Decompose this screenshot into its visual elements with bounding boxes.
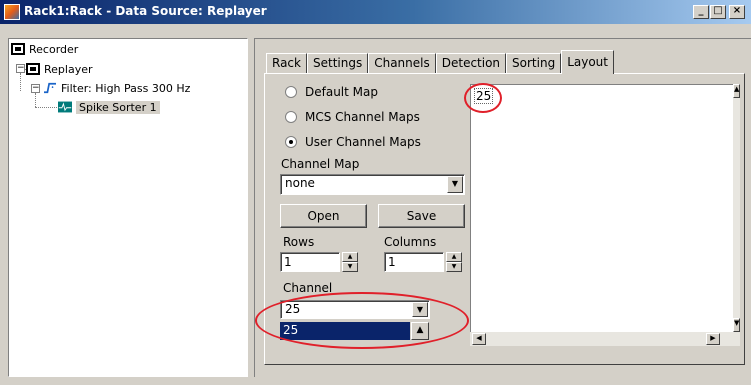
tab-layout[interactable]: Layout <box>561 50 614 74</box>
horizontal-scrollbar[interactable] <box>470 332 733 346</box>
scroll-left-icon[interactable]: ◀ <box>472 333 486 345</box>
close-button[interactable]: × <box>729 5 745 19</box>
channel-map-label: Channel Map <box>281 157 360 171</box>
tree-connector <box>20 73 21 91</box>
rows-value: 1 <box>284 255 292 269</box>
rows-input[interactable]: 1 <box>280 252 340 272</box>
channel-value: 25 <box>285 302 301 316</box>
title-bar[interactable]: Rack1:Rack - Data Source: Replayer _ □ × <box>0 0 751 24</box>
user-channel-maps-option[interactable]: User Channel Maps <box>285 135 421 149</box>
channel-list-item-selected[interactable]: 25 <box>280 322 410 340</box>
radio-label: Default Map <box>305 85 378 99</box>
tab-channels[interactable]: Channels <box>368 53 436 73</box>
scroll-up-icon[interactable]: ▲ <box>733 84 740 98</box>
rows-down-icon[interactable]: ▼ <box>342 262 358 272</box>
tree-connector <box>35 107 57 108</box>
tree-item-label: Replayer <box>44 62 93 76</box>
user-channel-maps-radio[interactable] <box>285 136 297 148</box>
app-window: Rack1:Rack - Data Source: Replayer _ □ ×… <box>0 0 751 385</box>
tree-item-label: Recorder <box>29 42 79 56</box>
expand-filter-toggle[interactable]: − <box>31 84 40 93</box>
columns-label: Columns <box>384 235 437 249</box>
default-map-option[interactable]: Default Map <box>285 85 378 99</box>
filter-icon <box>43 82 56 94</box>
recorder-icon <box>11 43 25 55</box>
chevron-down-icon[interactable]: ▼ <box>447 176 463 193</box>
radio-label: MCS Channel Maps <box>305 110 420 124</box>
chevron-down-icon[interactable]: ▼ <box>412 302 428 317</box>
spike-sorter-icon <box>58 101 72 113</box>
tree-item-recorder[interactable]: Recorder <box>11 41 78 57</box>
tree-item-label: Filter: High Pass 300 Hz <box>61 81 191 95</box>
tree-connector <box>35 93 36 107</box>
tree-item-replayer[interactable]: Replayer <box>26 61 93 77</box>
minimize-button[interactable]: _ <box>693 5 709 19</box>
tree-item-label: Spike Sorter 1 <box>76 100 160 114</box>
window-title: Rack1:Rack - Data Source: Replayer <box>24 4 267 18</box>
tab-bar: Rack Settings Channels Detection Sorting… <box>266 50 614 74</box>
save-button[interactable]: Save <box>378 204 465 228</box>
channel-list-value: 25 <box>283 323 299 337</box>
tab-sorting[interactable]: Sorting <box>506 53 562 73</box>
layout-cell[interactable]: 25 <box>474 88 494 104</box>
maximize-button[interactable]: □ <box>710 5 726 19</box>
chevron-up-icon[interactable]: ▲ <box>411 322 429 340</box>
tab-settings[interactable]: Settings <box>306 53 369 73</box>
open-button[interactable]: Open <box>280 204 367 228</box>
radio-label: User Channel Maps <box>305 135 421 149</box>
scroll-right-icon[interactable]: ▶ <box>706 333 720 345</box>
tab-rack[interactable]: Rack <box>266 53 307 73</box>
tree-item-spike-sorter[interactable]: Spike Sorter 1 <box>58 99 160 115</box>
scroll-down-icon[interactable]: ▼ <box>733 318 740 332</box>
channel-map-value: none <box>285 176 315 190</box>
mcs-channel-maps-radio[interactable] <box>285 111 297 123</box>
columns-up-icon[interactable]: ▲ <box>446 252 462 262</box>
tree-item-filter[interactable]: Filter: High Pass 300 Hz <box>43 80 190 96</box>
expand-replayer-toggle[interactable]: − <box>16 64 25 73</box>
columns-down-icon[interactable]: ▼ <box>446 262 462 272</box>
channel-map-dropdown[interactable]: none ▼ <box>280 174 465 195</box>
default-map-radio[interactable] <box>285 86 297 98</box>
app-icon <box>4 4 20 20</box>
tab-detection[interactable]: Detection <box>435 53 507 73</box>
rows-label: Rows <box>283 235 315 249</box>
channel-label: Channel <box>283 281 333 295</box>
replayer-icon <box>26 63 40 75</box>
vertical-scrollbar[interactable] <box>733 84 740 346</box>
channel-dropdown[interactable]: 25 ▼ <box>280 300 430 319</box>
columns-value: 1 <box>388 255 396 269</box>
rows-up-icon[interactable]: ▲ <box>342 252 358 262</box>
mcs-channel-maps-option[interactable]: MCS Channel Maps <box>285 110 420 124</box>
channel-layout-grid[interactable] <box>470 84 737 346</box>
columns-input[interactable]: 1 <box>384 252 444 272</box>
rows-stepper[interactable]: ▲ ▼ <box>342 252 358 272</box>
columns-stepper[interactable]: ▲ ▼ <box>446 252 462 272</box>
